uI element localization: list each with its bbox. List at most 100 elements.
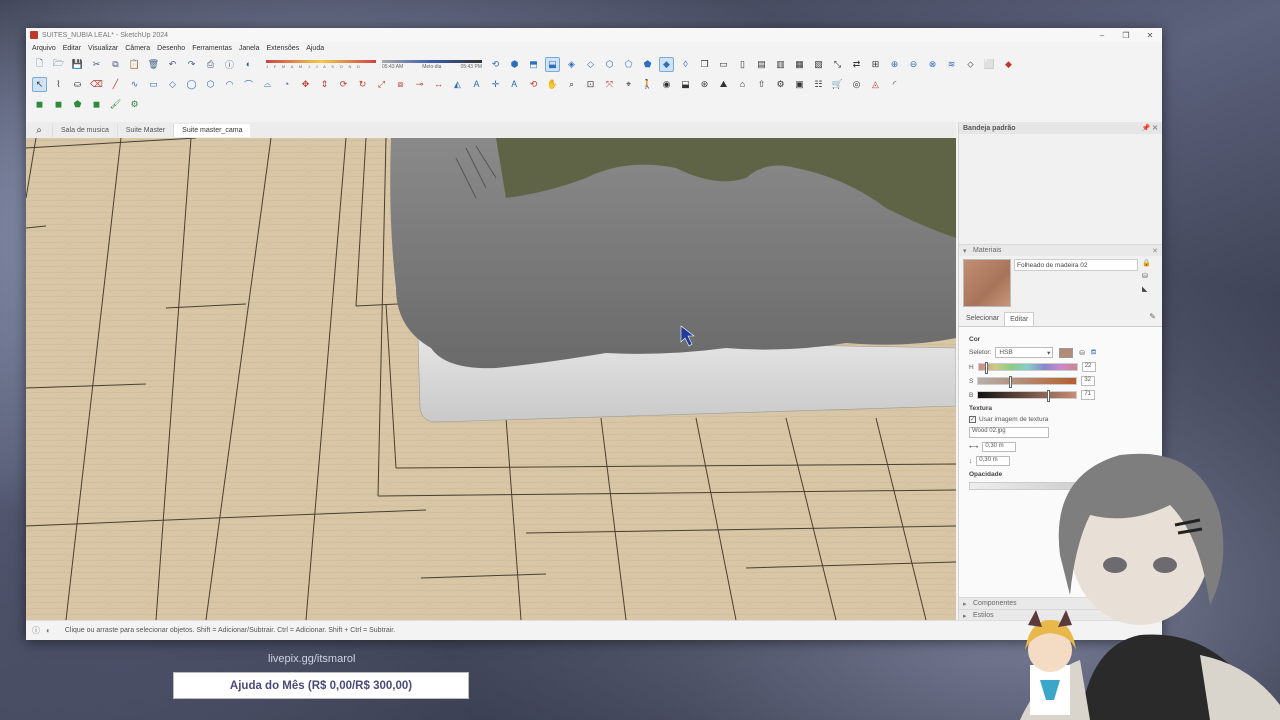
save-icon[interactable]: 💾 (70, 57, 85, 72)
component-icon[interactable]: ❒ (697, 57, 712, 72)
lasso-icon[interactable]: ⌇ (51, 77, 66, 92)
rotate-tool-icon[interactable]: ⟳ (336, 77, 351, 92)
menu-extensoes[interactable]: Extensões (267, 45, 300, 52)
orbit-icon[interactable]: ⟲ (488, 57, 503, 72)
extension-manager-icon[interactable]: ⚙ (773, 77, 788, 92)
account-icon[interactable]: ◎ (849, 77, 864, 92)
zoom-window-icon[interactable]: ⊡ (583, 77, 598, 92)
protractor-icon[interactable]: ◭ (450, 77, 465, 92)
extension-gem-icon[interactable]: ⬟ (70, 97, 85, 112)
text-tool-icon[interactable]: A (469, 77, 484, 92)
share-component-icon[interactable]: ⇧ (754, 77, 769, 92)
minimize-button[interactable]: – (1090, 31, 1114, 40)
offset-icon[interactable]: ⧈ (393, 77, 408, 92)
section-plane-icon[interactable]: ▭ (716, 57, 731, 72)
hidden-line-icon[interactable]: ⬠ (621, 57, 636, 72)
material-name-field[interactable]: Folheado de madeira 02 (1014, 259, 1138, 271)
scale-icon[interactable]: ⤡ (830, 57, 845, 72)
shadows-toggle-icon[interactable]: ◐ (241, 57, 256, 72)
pan-tool-icon[interactable]: ✋ (545, 77, 560, 92)
layout-icon[interactable]: ▥ (773, 57, 788, 72)
shaded-icon[interactable]: ⬟ (640, 57, 655, 72)
3d-warehouse-icon[interactable]: ⌂ (735, 77, 750, 92)
curviloft-icon[interactable]: ◜ (887, 77, 902, 92)
menu-visualizar[interactable]: Visualizar (88, 45, 118, 52)
outliner-icon[interactable]: ☷ (811, 77, 826, 92)
close-button[interactable]: ✕ (1138, 31, 1162, 40)
close-section-icon[interactable]: ✕ (1152, 247, 1158, 255)
axes-icon[interactable]: ✛ (488, 77, 503, 92)
undo-icon[interactable]: ↶ (165, 57, 180, 72)
saturation-slider-knob[interactable] (1009, 376, 1013, 388)
brightness-slider-knob[interactable] (1047, 390, 1051, 402)
maximize-button[interactable]: ❐ (1114, 31, 1138, 40)
saturation-value[interactable]: 32 (1081, 376, 1096, 386)
color-model-select[interactable]: HSB ▾ (995, 347, 1054, 358)
tab-editar[interactable]: Editar (1004, 312, 1035, 326)
lock-icon[interactable]: 🔒 (1142, 259, 1151, 267)
dimension-icon[interactable]: ▯ (735, 57, 750, 72)
monochrome-icon[interactable]: ◊ (678, 57, 693, 72)
tab-sala-de-musica[interactable]: Sala de musica (52, 123, 117, 137)
perspective-icon[interactable]: ⬦ (963, 57, 978, 72)
search-icon[interactable]: ⌕ (26, 125, 52, 136)
freehand-icon[interactable]: ∿ (127, 77, 142, 92)
brightness-value[interactable]: 71 (1081, 390, 1096, 400)
model-info-icon[interactable]: ⓘ (222, 57, 237, 72)
texture-file-field[interactable]: Wood 02.jpg (969, 427, 1049, 438)
front-view-icon[interactable]: ⬓ (545, 56, 560, 72)
scale-tool-icon[interactable]: ⤢ (374, 77, 389, 92)
shaded-textures-icon[interactable]: ◆ (659, 56, 674, 72)
print-icon[interactable]: ⎙ (203, 57, 218, 72)
erase-icon[interactable]: 🗑 (146, 57, 161, 72)
3d-text-icon[interactable]: Ꭺ (507, 77, 522, 92)
brightness-slider[interactable] (977, 390, 1078, 402)
sandbox-icon[interactable]: ≋ (944, 57, 959, 72)
extension-box-mixed-icon[interactable]: ◼ (51, 97, 66, 112)
pie-icon[interactable]: ◔ (279, 77, 294, 92)
tape-measure-icon[interactable]: ⊸ (412, 77, 427, 92)
solid-union-icon[interactable]: ⊕ (887, 57, 902, 72)
generate-report-icon[interactable]: ▧ (811, 57, 826, 72)
toggle-terrain-icon[interactable]: ⛰ (716, 77, 731, 92)
eraser-icon[interactable]: ⌫ (89, 77, 104, 92)
extension-warehouse-icon[interactable]: ▦ (792, 57, 807, 72)
text-icon[interactable]: ▤ (754, 57, 769, 72)
move-tool-icon[interactable]: ✥ (298, 77, 313, 92)
dimension-tool-icon[interactable]: ↔ (431, 77, 446, 92)
paste-icon[interactable]: 📋 (127, 57, 142, 72)
tab-suite-master[interactable]: Suite Master (116, 123, 173, 137)
solid-intersect-icon[interactable]: ⊗ (925, 57, 940, 72)
model-viewport[interactable] (26, 138, 956, 620)
help-icon[interactable]: ⓘ (32, 625, 40, 636)
back-edges-icon[interactable]: ◇ (583, 57, 598, 72)
flip-icon[interactable]: ⇄ (849, 57, 864, 72)
arc-2pt-icon[interactable]: ⌒ (241, 77, 256, 92)
shop-icon[interactable]: 🛒 (830, 77, 845, 92)
select-tool-icon[interactable]: ↖ (32, 76, 47, 92)
hue-value[interactable]: 22 (1081, 362, 1096, 372)
menu-janela[interactable]: Janela (239, 45, 260, 52)
rectangle-tool-icon[interactable]: ▭ (146, 77, 161, 92)
add-location-icon[interactable]: ⊛ (697, 77, 712, 92)
circle-tool-icon[interactable]: ◯ (184, 77, 199, 92)
menu-camera[interactable]: Câmera (125, 45, 150, 52)
styles-icon[interactable]: ▣ (792, 77, 807, 92)
polygon-icon[interactable]: ⬡ (203, 77, 218, 92)
extension-box-yellow-icon[interactable]: ◼ (32, 97, 47, 112)
saturation-slider[interactable] (977, 376, 1078, 388)
match-model-icon[interactable]: ⛁ (1079, 349, 1084, 357)
new-file-icon[interactable]: 🗋 (32, 57, 47, 72)
top-view-icon[interactable]: ⬒ (526, 57, 541, 72)
align-icon[interactable]: ⊞ (868, 57, 883, 72)
menu-ferramentas[interactable]: Ferramentas (192, 45, 232, 52)
solid-subtract-icon[interactable]: ⊖ (906, 57, 921, 72)
section-tool-icon[interactable]: ⬓ (678, 77, 693, 92)
menu-editar[interactable]: Editar (63, 45, 81, 52)
hue-slider[interactable] (977, 362, 1078, 374)
create-material-icon[interactable]: ⛁ (1142, 272, 1151, 280)
use-texture-checkbox[interactable]: ✓ (969, 416, 976, 423)
open-file-icon[interactable]: 🗁 (51, 57, 66, 72)
eyedropper-icon[interactable]: ✎ (1149, 312, 1156, 326)
copy-icon[interactable]: ⧉ (108, 57, 123, 72)
